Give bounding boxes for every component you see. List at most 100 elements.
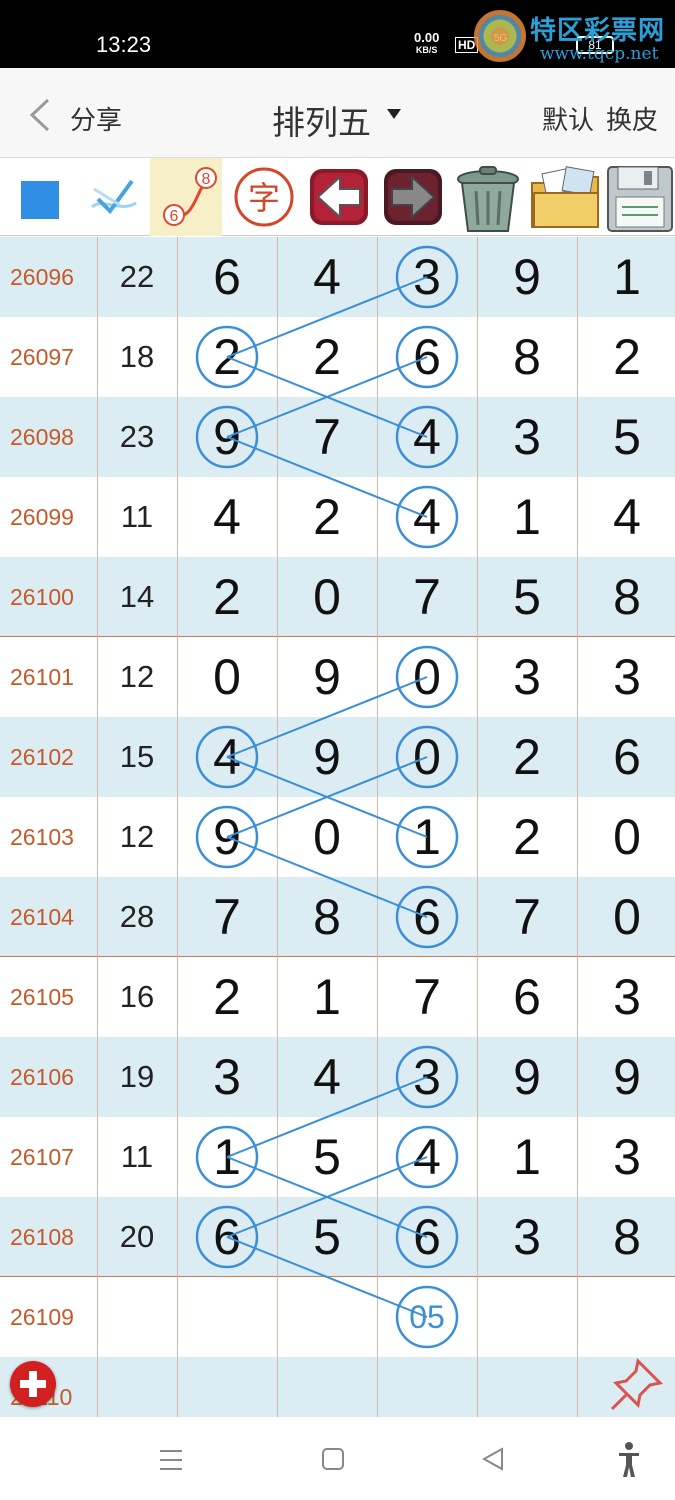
digit-cell[interactable]: 5 [277,1197,377,1277]
char-tool[interactable]: 字 [226,158,298,236]
digit-cell[interactable]: 8 [477,317,577,397]
table-row[interactable]: 26096 22 6 4 3 9 1 [0,237,675,317]
share-button[interactable]: 分享 [70,100,122,137]
add-button[interactable] [10,1361,56,1407]
digit-cell[interactable] [177,1277,277,1357]
digit-cell[interactable]: 4 [277,237,377,317]
right-arrow-tool[interactable] [374,158,446,236]
digit-cell[interactable]: 2 [177,317,277,397]
digit-cell[interactable]: 3 [177,1037,277,1117]
digit-cell[interactable]: 3 [477,397,577,477]
table-row[interactable]: 26106 19 3 4 3 9 9 [0,1037,675,1117]
digit-cell[interactable]: 7 [277,397,377,477]
digit-cell[interactable]: 4 [377,477,477,557]
check-pen-tool[interactable] [76,158,148,236]
digit-cell[interactable]: 1 [477,1117,577,1197]
digit-cell[interactable]: 8 [277,877,377,957]
digit-cell[interactable]: 9 [177,797,277,877]
digit-cell[interactable]: 6 [177,1197,277,1277]
digit-cell[interactable] [277,1277,377,1357]
digit-cell[interactable]: 0 [277,797,377,877]
digit-cell[interactable]: 1 [177,1117,277,1197]
digit-cell[interactable]: 9 [477,1037,577,1117]
left-arrow-tool[interactable] [300,158,372,236]
delete-tool[interactable] [448,158,520,236]
digit-cell[interactable]: 9 [577,1037,675,1117]
digit-cell[interactable]: 6 [577,717,675,797]
digit-cell[interactable]: 0 [277,557,377,637]
table-row[interactable]: 26100 14 2 0 7 5 8 [0,557,675,637]
digit-cell[interactable]: 2 [277,317,377,397]
digit-cell[interactable]: 4 [377,1117,477,1197]
color-square-tool[interactable] [2,158,74,236]
digit-cell[interactable]: 0 [377,637,477,717]
digit-cell[interactable]: 8 [577,557,675,637]
digit-cell[interactable]: 2 [177,957,277,1037]
table-row[interactable]: 26098 23 9 7 4 3 5 [0,397,675,477]
digit-cell[interactable]: 7 [477,877,577,957]
save-tool[interactable] [600,158,673,236]
digit-cell[interactable]: 3 [477,637,577,717]
back-chevron-icon[interactable] [28,98,52,132]
digit-cell[interactable]: 2 [177,557,277,637]
digit-cell[interactable]: 2 [577,317,675,397]
home-icon[interactable] [320,1439,346,1479]
table-row[interactable]: 26097 18 2 2 6 8 2 [0,317,675,397]
digit-cell[interactable]: 6 [377,317,477,397]
table-row[interactable]: 26099 11 4 2 4 1 4 [0,477,675,557]
digit-cell[interactable]: 7 [377,957,477,1037]
digit-cell[interactable]: 9 [277,637,377,717]
digit-cell[interactable]: 6 [177,237,277,317]
digit-cell[interactable]: 2 [477,797,577,877]
link-curve-tool[interactable]: 8 6 [150,158,222,236]
table-row[interactable]: 26109 [0,1277,675,1357]
digit-cell[interactable]: 9 [277,717,377,797]
digit-cell[interactable]: 0 [577,797,675,877]
pictures-tool[interactable] [524,158,599,236]
digit-cell[interactable]: 5 [577,397,675,477]
table-row[interactable]: 26101 12 0 9 0 3 3 [0,637,675,717]
digit-cell[interactable]: 9 [177,397,277,477]
digit-cell[interactable]: 4 [377,397,477,477]
table-row[interactable]: 26108 20 6 5 6 3 8 [0,1197,675,1277]
digit-cell[interactable]: 5 [477,557,577,637]
table-row[interactable]: 26107 11 1 5 4 1 3 [0,1117,675,1197]
change-skin-button[interactable]: 换皮 [606,100,658,137]
digit-cell[interactable]: 4 [577,477,675,557]
digit-cell[interactable]: 3 [577,637,675,717]
digit-cell[interactable]: 2 [277,477,377,557]
digit-cell[interactable]: 1 [377,797,477,877]
dropdown-caret-icon[interactable] [387,109,401,119]
digit-cell[interactable]: 6 [377,877,477,957]
digit-cell[interactable]: 7 [177,877,277,957]
digit-cell[interactable] [377,1277,477,1357]
table-row[interactable]: 26102 15 4 9 0 2 6 [0,717,675,797]
digit-cell[interactable] [577,1277,675,1357]
digit-cell[interactable]: 6 [377,1197,477,1277]
default-button[interactable]: 默认 [542,100,594,137]
table-row[interactable]: 26104 28 7 8 6 7 0 [0,877,675,957]
digit-cell[interactable]: 6 [477,957,577,1037]
digit-cell[interactable]: 9 [477,237,577,317]
digit-cell[interactable]: 4 [177,477,277,557]
digit-cell[interactable]: 3 [577,957,675,1037]
digit-cell[interactable]: 3 [377,1037,477,1117]
digit-cell[interactable]: 1 [277,957,377,1037]
digit-cell[interactable]: 2 [477,717,577,797]
digit-cell[interactable] [477,1277,577,1357]
digit-cell[interactable]: 4 [177,717,277,797]
digit-cell[interactable]: 3 [477,1197,577,1277]
digit-cell[interactable]: 8 [577,1197,675,1277]
lottery-type-dropdown[interactable]: 排列五 [272,96,371,144]
table-row[interactable]: 26105 16 2 1 7 6 3 [0,957,675,1037]
accessibility-icon[interactable] [616,1439,642,1479]
digit-cell[interactable]: 0 [177,637,277,717]
digit-cell[interactable]: 0 [377,717,477,797]
digit-cell[interactable]: 1 [577,237,675,317]
digit-cell[interactable]: 0 [577,877,675,957]
digit-cell[interactable]: 3 [377,237,477,317]
digit-cell[interactable]: 5 [277,1117,377,1197]
digit-cell[interactable]: 1 [477,477,577,557]
table-row[interactable]: 26103 12 9 0 1 2 0 [0,797,675,877]
digit-cell[interactable]: 4 [277,1037,377,1117]
